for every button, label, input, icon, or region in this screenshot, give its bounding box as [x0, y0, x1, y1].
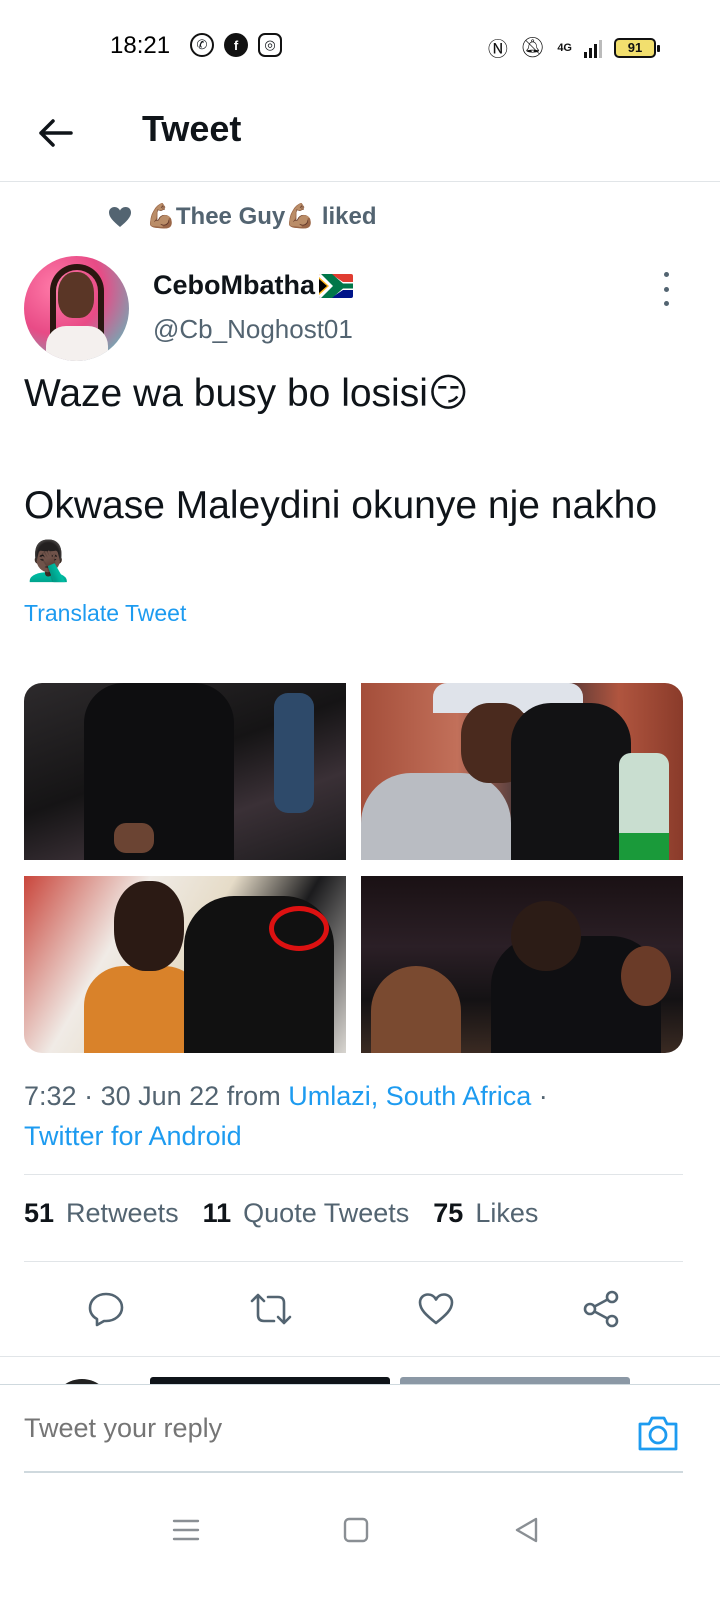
home-nav-button[interactable]: [336, 1510, 376, 1550]
author-display-name[interactable]: CeboMbatha: [153, 270, 353, 301]
back-button[interactable]: [30, 108, 80, 158]
tweet-timestamp: 7:32 · 30 Jun 22 from Umlazi, South Afri…: [24, 1081, 548, 1151]
status-bar: 18:21 ✆ f ◎ Ⓝ 🔕︎ 4G 91: [0, 0, 720, 90]
battery-icon: 91: [614, 37, 660, 58]
triangle-back-icon: [515, 1517, 538, 1543]
avatar[interactable]: [24, 256, 129, 361]
share-button[interactable]: [571, 1282, 631, 1336]
back-nav-button[interactable]: [506, 1510, 546, 1550]
quote-tweets-stat[interactable]: 11 Quote Tweets: [203, 1198, 410, 1229]
comment-icon: [89, 1292, 124, 1327]
camera-icon: [638, 1416, 678, 1451]
top-app-bar: Tweet: [0, 90, 720, 182]
arrow-left-icon: [39, 119, 73, 147]
media-grid: [24, 683, 683, 1053]
reply-name-fragment: [150, 1377, 390, 1384]
status-indicators: Ⓝ 🔕︎ 4G 91: [487, 33, 660, 62]
system-navigation-bar: [0, 1484, 720, 1600]
translate-tweet-link[interactable]: Translate Tweet: [24, 600, 186, 627]
square-icon: [343, 1517, 369, 1543]
next-reply-preview[interactable]: [0, 1356, 720, 1384]
divider: [24, 1174, 683, 1175]
tweet-photo-1[interactable]: [24, 683, 346, 860]
like-button[interactable]: [406, 1282, 466, 1336]
tweet-photo-3[interactable]: [24, 876, 346, 1053]
social-context-text: 💪🏽Thee Guy💪🏽 liked: [146, 203, 377, 230]
status-time: 18:21: [110, 32, 171, 59]
more-options-button[interactable]: [656, 272, 676, 306]
reply-handle-fragment: [400, 1377, 630, 1384]
page-title: Tweet: [142, 108, 242, 149]
camera-button[interactable]: [636, 1413, 680, 1453]
divider: [24, 1261, 683, 1262]
reply-composer: [0, 1384, 720, 1484]
whatsapp-icon: ✆: [190, 33, 214, 57]
tweet-text: Waze wa busy bo losisi😏 Okwase Maleydini…: [24, 372, 658, 583]
tweet-actions: [24, 1282, 683, 1336]
tweet-photo-4[interactable]: [361, 876, 683, 1053]
heart-icon: [418, 1293, 454, 1325]
location-link[interactable]: Umlazi, South Africa: [288, 1081, 531, 1111]
source-link[interactable]: Twitter for Android: [24, 1121, 242, 1151]
reply-input[interactable]: [24, 1413, 624, 1444]
mute-bell-icon: 🔕︎: [519, 37, 546, 59]
reply-underline: [24, 1471, 683, 1473]
retweet-icon: [250, 1293, 292, 1325]
facebook-icon: f: [224, 33, 248, 57]
menu-icon: [172, 1519, 200, 1541]
status-app-icons: ✆ f ◎: [190, 33, 282, 57]
share-icon: [583, 1290, 618, 1328]
tweet-date: 30 Jun 22: [100, 1081, 220, 1111]
liker-name: Thee Guy: [175, 203, 286, 230]
nfc-icon: Ⓝ: [487, 39, 508, 61]
heart-filled-icon: [109, 206, 131, 227]
retweet-button[interactable]: [241, 1282, 301, 1336]
liked-label: liked: [321, 203, 377, 230]
social-context[interactable]: 💪🏽Thee Guy💪🏽 liked: [108, 202, 377, 231]
reply-button[interactable]: [76, 1282, 136, 1336]
menu-nav-button[interactable]: [166, 1510, 206, 1550]
retweets-stat[interactable]: 51 Retweets: [24, 1198, 179, 1229]
south-africa-flag-icon: [319, 273, 353, 298]
instagram-icon: ◎: [258, 33, 282, 57]
network-type: 4G: [557, 41, 572, 54]
author-username[interactable]: @Cb_Noghost01: [153, 314, 353, 345]
tweet-photo-2[interactable]: [361, 683, 683, 860]
signal-icon: [584, 38, 602, 58]
engagement-stats: 51 Retweets 11 Quote Tweets 75 Likes: [24, 1198, 538, 1229]
likes-stat[interactable]: 75 Likes: [433, 1198, 538, 1229]
tweet-time: 7:32: [24, 1081, 77, 1111]
